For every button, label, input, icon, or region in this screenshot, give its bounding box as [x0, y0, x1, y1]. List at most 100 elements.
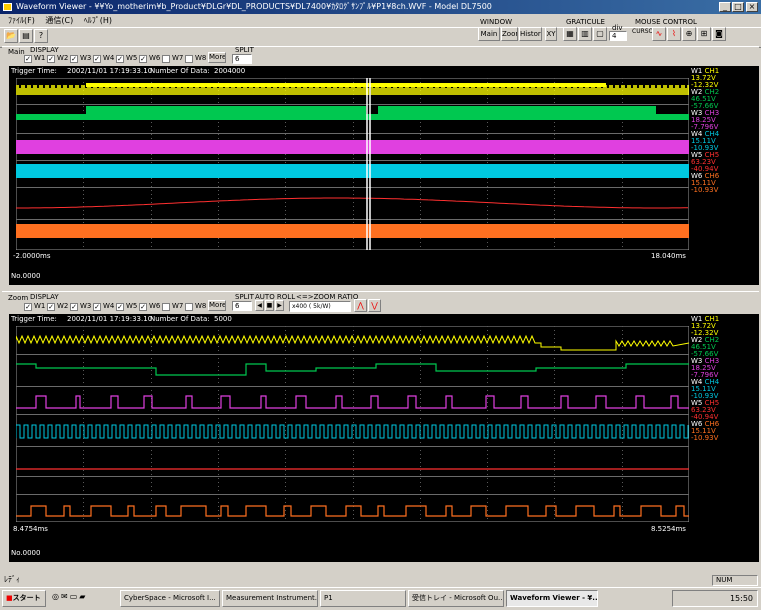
main-trace-w2 [16, 106, 689, 120]
main-trace-w3 [16, 140, 689, 154]
main-channel-labels: W1 CH1 13.72V -12.32V W2 CH2 46.51V -57.66V W3… [691, 68, 757, 194]
zoom-ratio-select[interactable]: x400 ( 5k/W) [289, 301, 351, 312]
system-tray: 15:50 [672, 590, 758, 607]
checkbox-w2[interactable]: ✓ [47, 303, 55, 311]
checkbox-w8[interactable] [185, 55, 193, 63]
wave-label-w7: W7 [172, 302, 184, 310]
grid-full-icon[interactable]: ▦ [563, 27, 577, 41]
main-display-label: DISPLAY [30, 46, 59, 54]
wave-label-w5: W5 [126, 302, 138, 310]
roll-stop-icon[interactable]: ■ [265, 300, 274, 311]
grid-cross-icon[interactable]: ▥ [578, 27, 592, 41]
checkbox-w5[interactable]: ✓ [116, 303, 124, 311]
task-p1[interactable]: P1 [320, 590, 406, 607]
desktop-icon[interactable]: ▭ [70, 592, 80, 601]
wave-label-w4: W4 [103, 54, 115, 62]
main-more-button[interactable]: More [208, 52, 226, 63]
main-x-end: 18.040ms [651, 252, 686, 260]
zoom-plot-grid[interactable] [16, 326, 689, 522]
open-folder-icon[interactable]: 📂 [4, 29, 18, 43]
zoom-trigger-time: 2002/11/01 17:19:33.10 [67, 315, 153, 323]
browser-icon[interactable]: ◎ [52, 592, 61, 601]
zoom-panel-label: Zoom [8, 294, 29, 302]
zoom-display-label: DISPLAY [30, 293, 59, 301]
start-button[interactable]: ■スタート [2, 590, 46, 607]
wave-label-w8: W8 [195, 54, 207, 62]
window-main-button[interactable]: Main [478, 27, 500, 41]
zoom-number-of-data-label: Number Of Data: [150, 315, 210, 323]
wave-label-w1: W1 [34, 54, 46, 62]
checkbox-w7[interactable] [162, 55, 170, 63]
help-icon[interactable]: ? [34, 29, 48, 43]
screen: Waveform Viewer - ¥¥Yo_motherim¥b_Produc… [0, 0, 761, 610]
main-waveform-area: Trigger Time: 2002/11/01 17:19:33.10 Num… [9, 66, 759, 285]
zoom-wave-right-icon[interactable]: ⋁ [368, 299, 381, 312]
zoom-number-of-data: 5000 [214, 315, 232, 323]
wave-label-w2: W2 [57, 54, 69, 62]
div-select[interactable]: 4 [609, 31, 627, 41]
checkbox-w3[interactable]: ✓ [70, 303, 78, 311]
minimize-button[interactable]: _ [719, 2, 731, 12]
main-trace-w1-high [86, 83, 606, 87]
main-split-select[interactable]: 6 [232, 54, 252, 64]
grid-frame-icon[interactable]: ▢ [593, 27, 607, 41]
close-button[interactable]: × [746, 2, 758, 12]
menu-help[interactable]: ﾍﾙﾌﾟ(H) [84, 16, 112, 25]
checkbox-w7[interactable] [162, 303, 170, 311]
cursor-wave-icon[interactable]: ∿ [652, 27, 666, 41]
zoom-split-label: SPLIT [235, 293, 254, 301]
zoom-trace-w4 [16, 424, 689, 439]
menu-communication[interactable]: 通信(C) [45, 16, 73, 25]
cursor-vertical-icon[interactable]: ⌇ [667, 27, 681, 41]
roll-back-icon[interactable]: ◀ [255, 300, 264, 311]
zoom-more-button[interactable]: More [208, 300, 226, 311]
maximize-button[interactable]: □ [732, 2, 744, 12]
checkbox-w6[interactable]: ✓ [139, 55, 147, 63]
task-cyberspace[interactable]: CyberSpace - Microsoft I... [120, 590, 220, 607]
window-zoom-button[interactable]: Zoom [501, 27, 518, 41]
checkbox-w3[interactable]: ✓ [70, 55, 78, 63]
main-record-number: No.0000 [11, 272, 41, 280]
checkbox-w8[interactable] [185, 303, 193, 311]
zoom-x-start: 8.4754ms [13, 525, 48, 533]
checkbox-w1[interactable]: ✓ [24, 55, 32, 63]
wave-label-w1: W1 [34, 302, 46, 310]
graticule-group-label: GRATICULE [566, 18, 605, 26]
wave-label-w7: W7 [172, 54, 184, 62]
zoom-trace-w1 [16, 334, 689, 351]
zoom-x-end: 8.5254ms [651, 525, 686, 533]
plot-frame [16, 326, 689, 522]
outlook-icon[interactable]: ✉ [61, 592, 70, 601]
wave-label-w6: W6 [149, 302, 161, 310]
camera-icon[interactable]: ◙ [712, 27, 726, 41]
menu-file[interactable]: ﾌｧｲﾙ(F) [8, 16, 35, 25]
window-xy-button[interactable]: XY [545, 27, 557, 41]
window-history-button[interactable]: History [519, 27, 542, 41]
main-x-start: -2.0000ms [13, 252, 51, 260]
checkbox-w2[interactable]: ✓ [47, 55, 55, 63]
roll-forward-icon[interactable]: ▶ [275, 300, 284, 311]
main-trigger-time: 2002/11/01 17:19:33.10 [67, 67, 153, 75]
checkbox-w4[interactable]: ✓ [93, 55, 101, 63]
checkbox-w5[interactable]: ✓ [116, 55, 124, 63]
checkbox-w4[interactable]: ✓ [93, 303, 101, 311]
main-plot-grid[interactable] [16, 78, 689, 250]
checkbox-w6[interactable]: ✓ [139, 303, 147, 311]
zoom-area-icon[interactable]: ⊞ [697, 27, 711, 41]
zoom-in-icon[interactable]: ⊕ [682, 27, 696, 41]
task-waveform-viewer[interactable]: Waveform Viewer - ¥... [506, 590, 598, 607]
zoom-wave-left-icon[interactable]: ⋀ [354, 299, 367, 312]
zoom-waveform-area: Trigger Time: 2002/11/01 17:19:33.10 Num… [9, 314, 759, 562]
zoom-split-select[interactable]: 6 [232, 301, 252, 311]
task-measurement[interactable]: Measurement Instrument... [222, 590, 318, 607]
tray-clock: 15:50 [729, 594, 753, 603]
task-inbox[interactable]: 受信トレイ - Microsoft Ou... [408, 590, 504, 607]
main-panel-label: Main [8, 48, 25, 56]
print-icon[interactable]: ▤ [19, 29, 33, 43]
status-ready: ﾚﾃﾞｨ [4, 575, 20, 584]
zoom-wave-checkboxes: ✓ W1 ✓ W2 ✓ W3 ✓ W4 ✓ W5 ✓ W6 W7 W8 [24, 302, 234, 312]
folder-icon[interactable]: ▰ [79, 592, 87, 601]
main-split-label: SPLIT [235, 46, 254, 54]
checkbox-w1[interactable]: ✓ [24, 303, 32, 311]
zoom-record-number: No.0000 [11, 549, 41, 557]
